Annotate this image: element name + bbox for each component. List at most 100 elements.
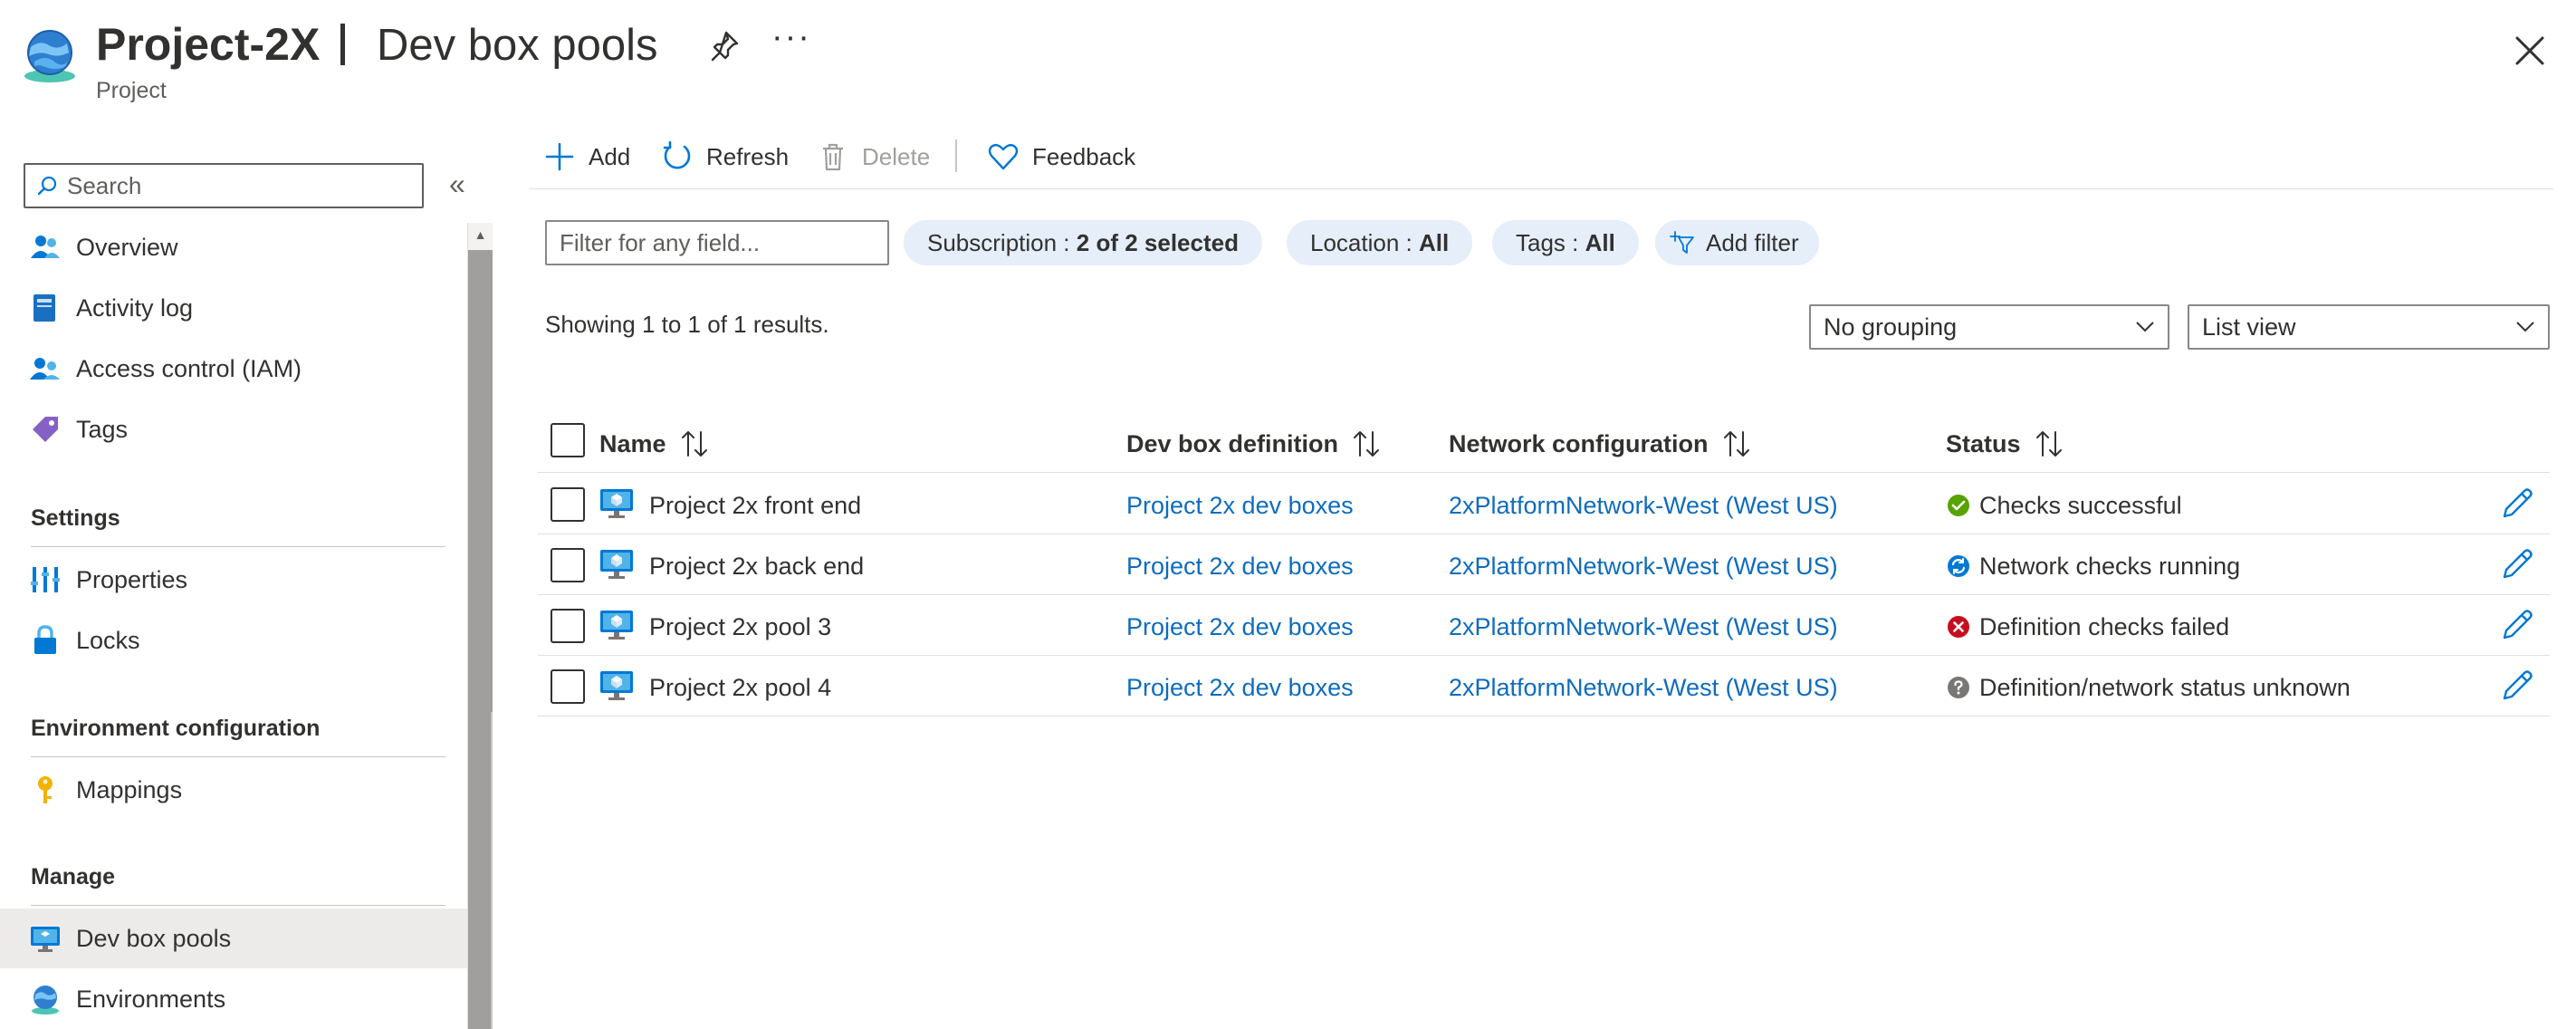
sidebar-item-properties[interactable]: Properties [0,550,467,610]
delete-label: Delete [862,142,931,170]
refresh-button[interactable]: Refresh [661,132,789,181]
pool-name[interactable]: Project 2x pool 3 [649,609,831,645]
view-dropdown[interactable]: List view [2188,304,2550,350]
sidebar-section-manage: Manage [31,864,116,890]
network-configuration-link[interactable]: 2xPlatformNetwork-West (West US) [1449,487,1838,524]
add-button[interactable]: Add [543,132,630,181]
edit-pencil-icon[interactable] [2499,607,2535,643]
status-text: Definition/network status unknown [1979,673,2351,701]
resource-title: Project-2X [96,19,321,70]
status-text: Network checks running [1979,552,2241,580]
dev-box-pool-icon [600,489,633,518]
pill-key: Tags : [1516,228,1579,256]
sidebar-item-label: Tags [76,415,129,443]
dev-box-definition-link[interactable]: Project 2x dev boxes [1126,487,1354,524]
edit-pencil-icon[interactable] [2499,668,2535,704]
row-checkbox[interactable] [551,609,585,643]
sidebar-item-label: Overview [76,233,178,261]
column-label: Status [1946,429,2021,457]
row-checkbox[interactable] [551,487,585,522]
sort-icon[interactable] [679,428,710,459]
dev-box-definition-link[interactable]: Project 2x dev boxes [1126,669,1354,706]
question-circle-icon [1948,677,1969,698]
column-header-network[interactable]: Network configuration [1449,426,1752,462]
project-logo-icon [24,30,75,82]
section-divider [31,756,445,757]
page-title: Dev box pools [377,21,658,70]
sidebar-scrollbar[interactable]: ▲ [467,223,493,1029]
sidebar-item-access-control[interactable]: Access control (IAM) [0,339,467,399]
add-filter-icon [1670,231,1694,254]
more-options-icon[interactable]: ··· [771,18,811,57]
pill-key: Location : [1310,228,1412,256]
sidebar-item-tags[interactable]: Tags [0,399,467,459]
sidebar-item-locks[interactable]: Locks [0,611,467,670]
column-header-status[interactable]: Status [1946,426,2064,462]
pool-name[interactable]: Project 2x pool 4 [649,669,831,706]
sidebar-item-label: Locks [76,626,140,654]
network-configuration-link[interactable]: 2xPlatformNetwork-West (West US) [1449,548,1838,584]
sidebar-item-label: Dev box pools [76,924,232,952]
pool-name[interactable]: Project 2x back end [649,548,864,584]
row-checkbox[interactable] [551,548,585,582]
sidebar-item-activity-log[interactable]: Activity log [0,278,467,338]
refresh-label: Refresh [706,142,790,170]
chevron-down-icon [2516,322,2534,332]
toolbar-divider [529,188,2553,189]
pin-icon[interactable] [706,27,742,63]
sidebar-item-overview[interactable]: Overview [0,217,467,277]
delete-button[interactable]: Delete [817,132,930,181]
scrollbar-thumb[interactable] [468,250,493,1029]
sidebar-item-label: Activity log [76,293,194,322]
heart-icon [988,143,1019,170]
filter-input[interactable] [545,220,889,265]
edit-pencil-icon[interactable] [2499,486,2535,522]
error-circle-icon [1948,616,1969,638]
subscription-filter-pill[interactable]: Subscription : 2 of 2 selected [904,220,1262,265]
add-filter-button[interactable]: Add filter [1655,220,1819,265]
sync-running-icon [1948,555,1969,577]
sort-icon[interactable] [2034,428,2064,459]
location-filter-pill[interactable]: Location : All [1287,220,1473,265]
dev-box-pool-icon [600,611,633,640]
pool-name[interactable]: Project 2x front end [649,487,861,524]
dev-box-definition-link[interactable]: Project 2x dev boxes [1126,548,1354,584]
feedback-button[interactable]: Feedback [987,132,1135,181]
grouping-dropdown[interactable]: No grouping [1809,304,2169,350]
people-icon [31,236,60,258]
sort-icon[interactable] [1721,428,1752,459]
check-circle-icon [1948,495,1969,516]
properties-icon [31,567,60,592]
chevron-down-icon [2136,322,2154,332]
column-label: Dev box definition [1126,429,1339,457]
sort-icon[interactable] [1351,428,1382,459]
access-control-icon [30,358,60,380]
sidebar-item-label: Properties [76,565,188,593]
edit-pencil-icon[interactable] [2499,546,2535,582]
sidebar-search[interactable] [24,163,424,208]
network-configuration-link[interactable]: 2xPlatformNetwork-West (West US) [1449,609,1838,645]
column-header-name[interactable]: Name [599,426,710,462]
sidebar-item-mappings[interactable]: Mappings [0,760,467,820]
trash-icon [823,143,843,171]
network-configuration-link[interactable]: 2xPlatformNetwork-West (West US) [1449,669,1838,706]
column-label: Name [599,429,666,457]
search-input[interactable] [67,171,411,200]
dev-box-definition-link[interactable]: Project 2x dev boxes [1126,609,1354,645]
environment-icon [32,986,59,1015]
row-checkbox[interactable] [551,669,585,704]
view-value: List view [2202,313,2296,341]
column-header-definition[interactable]: Dev box definition [1126,426,1382,462]
column-label: Network configuration [1449,429,1709,457]
dev-box-pool-icon [600,671,633,700]
tags-filter-pill[interactable]: Tags : All [1492,220,1639,265]
section-divider [31,905,445,906]
select-all-checkbox[interactable] [551,423,585,457]
sidebar-item-environments[interactable]: Environments [0,969,467,1029]
close-icon[interactable] [2512,33,2548,69]
pill-value: All [1585,228,1615,256]
sidebar-item-dev-box-pools[interactable]: Dev box pools [0,909,467,968]
scroll-up-arrow-icon[interactable]: ▲ [468,223,493,246]
section-divider [31,546,445,547]
collapse-sidebar-button[interactable]: « [449,169,465,198]
